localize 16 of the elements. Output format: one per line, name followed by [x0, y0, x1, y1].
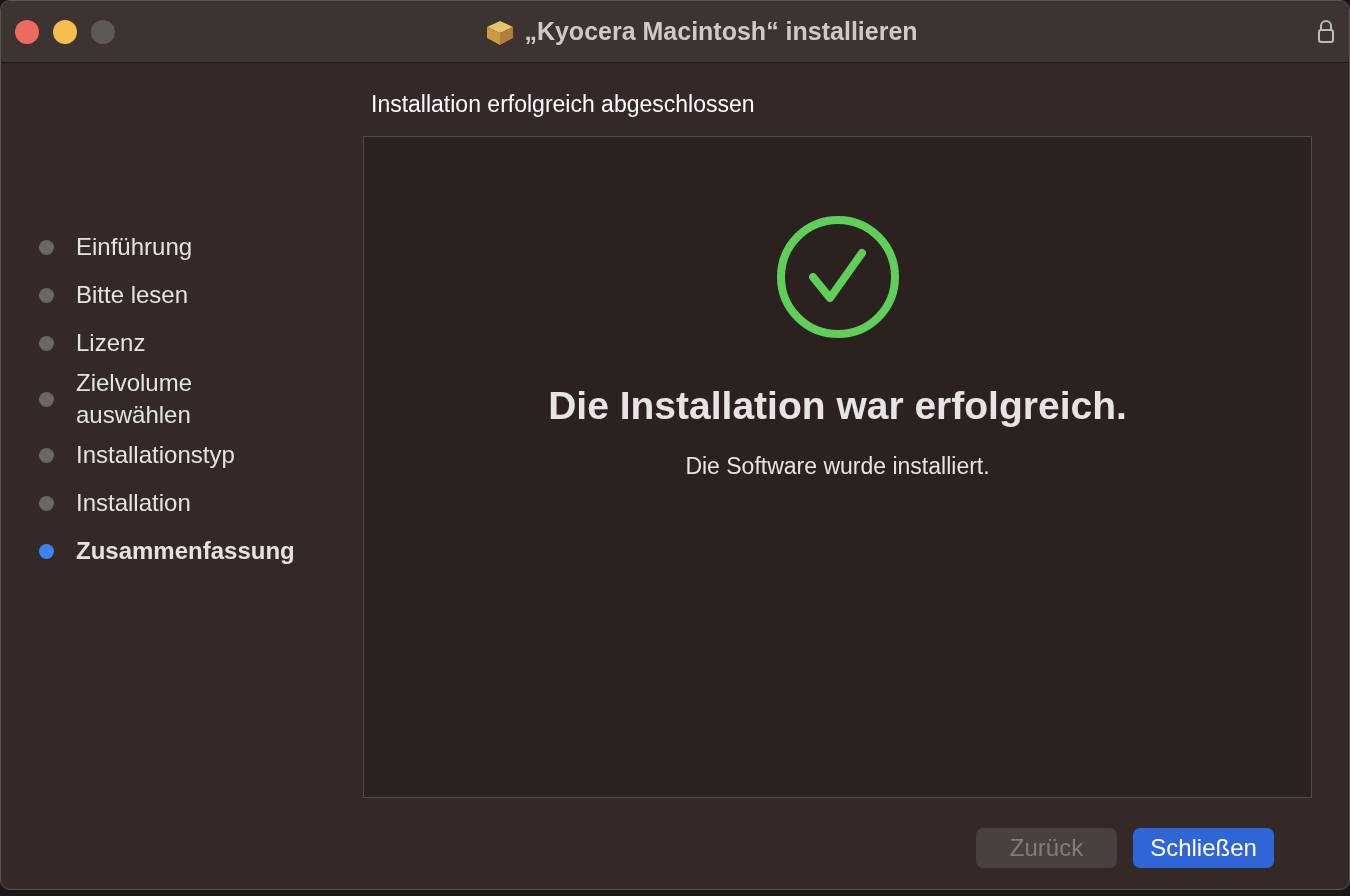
close-button[interactable]	[15, 19, 39, 44]
step-label: Installation	[76, 488, 191, 518]
step-label: Zusammenfassung	[76, 536, 295, 566]
window-title: „Kyocera Macintosh“ installieren	[524, 15, 918, 47]
result-heading: Die Installation war erfolgreich.	[548, 382, 1127, 429]
minimize-button[interactable]	[53, 19, 77, 44]
step-label: Installationstyp	[76, 440, 235, 470]
lock-icon	[1317, 19, 1335, 44]
step-label: Bitte lesen	[76, 280, 189, 310]
step-label: Lizenz	[76, 328, 146, 358]
page-title: Installation erfolgreich abgeschlossen	[371, 90, 756, 119]
checkmark-icon	[775, 214, 900, 339]
step-label: Einführung	[76, 232, 193, 262]
step-label: Zielvolume auswählen	[76, 368, 194, 430]
result-message: Die Software wurde installiert.	[685, 452, 990, 481]
close-dialog-button[interactable]: Schließen	[1133, 827, 1274, 868]
